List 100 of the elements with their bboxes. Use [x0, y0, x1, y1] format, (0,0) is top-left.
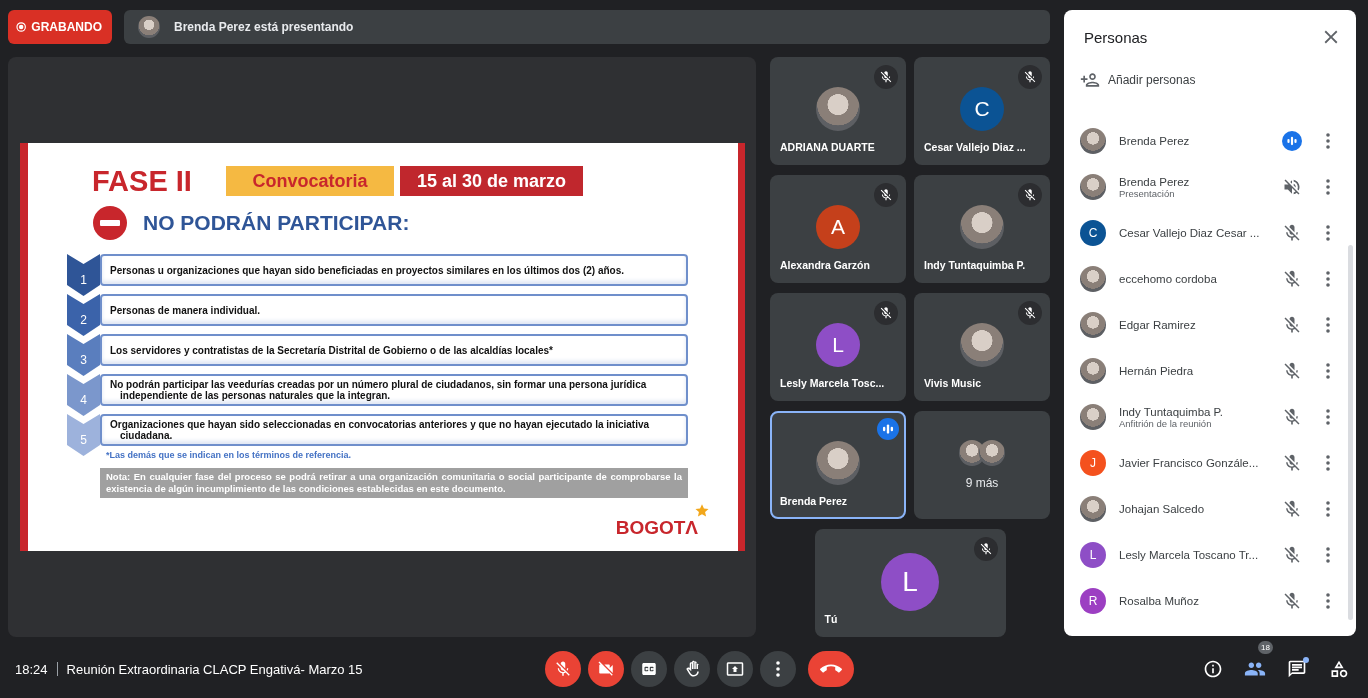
more-options-icon[interactable] — [1326, 133, 1330, 149]
more-icon[interactable] — [776, 661, 780, 677]
person-name: Hernán Piedra — [1119, 365, 1195, 377]
avatar: L — [1080, 542, 1106, 568]
call-label: Convocatoria — [226, 166, 394, 196]
more-options-icon[interactable] — [1326, 317, 1330, 333]
avatar-photo — [1080, 312, 1106, 338]
more-options-icon[interactable] — [1326, 363, 1330, 379]
no-entry-icon — [93, 206, 127, 240]
shapes-icon — [1329, 659, 1349, 679]
avatar-photo — [138, 16, 160, 38]
step-marker: 1 — [67, 254, 100, 296]
present-button[interactable] — [717, 651, 753, 687]
slide-heading: NO PODRÁN PARTICIPAR: — [143, 211, 410, 235]
person-name: Indy Tuntaquimba P. — [1119, 405, 1224, 418]
more-options-icon[interactable] — [1326, 547, 1330, 563]
criterion-text: No podrán participar las veedurías creadas por un número plural de ciudadanos, sin formar una persona jurídica independiente de las personas naturales que la integran. — [100, 374, 688, 406]
person-role: Anfitrión de la reunión — [1119, 417, 1213, 429]
avatar-photo — [816, 87, 860, 131]
captions-icon — [640, 660, 658, 678]
person-row[interactable]: Indy Tuntaquimba P. Anfitrión de la reunión — [1064, 394, 1356, 440]
camera-button[interactable] — [588, 651, 624, 687]
more-options-icon[interactable] — [1326, 409, 1330, 425]
step-marker: 4 — [67, 374, 100, 416]
avatar-photo — [1080, 128, 1106, 154]
person-name: Rosalba Muñoz — [1119, 595, 1200, 607]
person-row[interactable]: Edgar Ramirez — [1064, 302, 1356, 348]
criterion-text: Personas de manera individual. — [100, 294, 688, 326]
person-name: eccehomo cordoba — [1119, 273, 1218, 285]
more-options-icon[interactable] — [1326, 455, 1330, 471]
date-range: 15 al 30 de marzo — [400, 166, 583, 196]
person-row[interactable]: Hernán Piedra — [1064, 348, 1356, 394]
microphone-icon — [554, 660, 572, 678]
avatar-photo — [1080, 496, 1106, 522]
participant-name: Lesly Marcela Tosc... — [780, 377, 886, 389]
participant-name: Brenda Perez — [780, 495, 849, 507]
person-row[interactable]: Brenda Perez — [1064, 118, 1356, 164]
participant-count-badge: 18 — [1258, 641, 1273, 654]
chat-icon — [1287, 659, 1307, 679]
more-options-icon[interactable] — [1326, 179, 1330, 195]
participant-tile[interactable]: Vivis Music — [914, 293, 1050, 401]
avatar-photo — [960, 205, 1004, 249]
avatar-photo — [1080, 358, 1106, 384]
captions-button[interactable] — [631, 651, 667, 687]
more-options-icon[interactable] — [1326, 225, 1330, 241]
logo-text: BOGOTΛ — [615, 517, 698, 539]
person-name: Cesar Vallejo Diaz Cesar ... — [1119, 227, 1261, 239]
more-options-button[interactable] — [760, 651, 796, 687]
avatar: C — [1080, 220, 1106, 246]
avatar: A — [816, 205, 860, 249]
add-people-link[interactable]: Añadir personas — [1064, 64, 1356, 96]
participant-name: Cesar Vallejo Diaz ... — [924, 141, 1027, 153]
present-icon — [726, 660, 744, 678]
participant-name: Indy Tuntaquimba P. — [924, 259, 1027, 271]
criterion-text: Personas u organizaciones que hayan sido beneficiadas en proyectos similares en los últimos dos (2) años. — [100, 254, 688, 286]
recording-badge: GRABANDO — [8, 10, 112, 44]
more-count: 9 más — [965, 476, 999, 490]
person-name: Javier Francisco Gonzále... — [1119, 457, 1260, 469]
participant-name: Vivis Music — [924, 377, 982, 389]
more-participants-tile[interactable]: 9 más — [914, 411, 1050, 519]
step-marker: 2 — [67, 294, 100, 336]
clock-time: 18:24 — [15, 661, 48, 677]
presenting-text: Brenda Perez está presentando — [174, 20, 354, 34]
person-name: Brenda Perez — [1119, 135, 1191, 147]
leave-call-button[interactable] — [808, 651, 854, 687]
avatar: R — [1080, 588, 1106, 614]
meeting-title: Reunión Extraordinaria CLACP Engativá- Marzo 15 — [66, 661, 363, 677]
more-options-icon[interactable] — [1326, 501, 1330, 517]
criterion-text: Los servidores y contratistas de la Secretaría Distrital de Gobierno o de las alcaldías locales* — [100, 334, 688, 366]
person-row[interactable]: L Lesly Marcela Toscano Tr... — [1064, 532, 1356, 578]
scrollbar[interactable] — [1348, 245, 1353, 620]
person-row[interactable]: R Rosalba Muñoz — [1064, 578, 1356, 624]
participant-tile[interactable]: A Alexandra Garzón — [770, 175, 906, 283]
phase-title: FASE II — [92, 164, 193, 198]
person-row[interactable]: J Javier Francisco Gonzále... — [1064, 440, 1356, 486]
avatar-photo — [1080, 404, 1106, 430]
camera-icon — [597, 660, 615, 678]
participant-tile[interactable]: C Cesar Vallejo Diaz ... — [914, 57, 1050, 165]
avatar-photo — [960, 323, 1004, 367]
more-options-icon[interactable] — [1326, 593, 1330, 609]
more-options-icon[interactable] — [1326, 271, 1330, 287]
person-row[interactable]: eccehomo cordoba — [1064, 256, 1356, 302]
avatar: C — [960, 87, 1004, 131]
avatar-photo — [1080, 174, 1106, 200]
participant-tile[interactable]: L Lesly Marcela Tosc... — [770, 293, 906, 401]
participant-name: ADRIANA DUARTE — [780, 141, 876, 153]
participant-name: Alexandra Garzón — [780, 259, 871, 271]
participant-tile[interactable]: Indy Tuntaquimba P. — [914, 175, 1050, 283]
raise-hand-button[interactable] — [674, 651, 710, 687]
avatar: L — [816, 323, 860, 367]
person-row[interactable]: Brenda Perez Presentación — [1064, 164, 1356, 210]
footnote-text: *Las demás que se indican en los términos de referencia. — [105, 450, 353, 460]
note-text: Nota: En cualquier fase del proceso se podrá retirar a una organización comunitaria o social participante de comprobarse la existencia de algún incumplimiento de las condiciones establecidas en este documento. — [100, 468, 688, 498]
step-marker: 3 — [67, 334, 100, 376]
participant-tile[interactable]: ADRIANA DUARTE — [770, 57, 906, 165]
person-row[interactable]: C Cesar Vallejo Diaz Cesar ... — [1064, 210, 1356, 256]
person-name: Brenda Perez — [1119, 175, 1191, 188]
person-row[interactable]: Johajan Salcedo — [1064, 486, 1356, 532]
participant-tile[interactable]: Brenda Perez — [770, 411, 906, 519]
microphone-button[interactable] — [545, 651, 581, 687]
